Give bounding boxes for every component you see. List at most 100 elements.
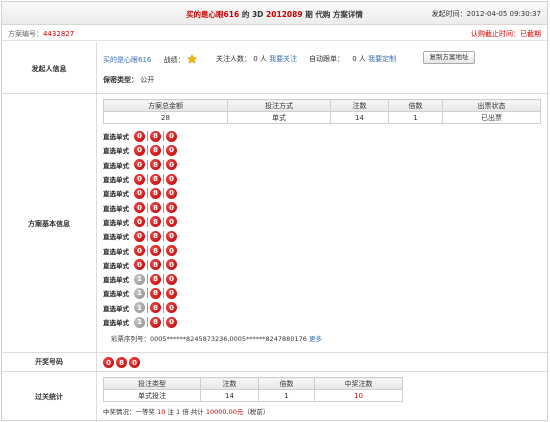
ball-separator: [147, 274, 148, 285]
auto-follow-label: 自动跟单：: [309, 55, 344, 63]
serial-label: 彩票序列号：: [111, 335, 150, 343]
initiator-line: 买的是心眼616 战绩：: [103, 53, 198, 66]
hit-number-ball: 0: [166, 216, 177, 228]
header-win-count: 中奖注数: [314, 377, 403, 390]
hit-number-ball: 0: [166, 173, 177, 185]
hit-number-ball: 8: [150, 187, 161, 199]
ball-separator: [163, 145, 164, 156]
stats-table: 投注类型 注数 倍数 中奖注数 单式投注 14 1 10: [103, 377, 403, 402]
hit-number-ball: 8: [150, 202, 161, 214]
prize-unit: 注 1 倍 共计: [167, 408, 204, 416]
hit-number-ball: 0: [134, 216, 145, 228]
ball-separator: [147, 131, 148, 142]
bet-row: 直选单式 0 8 0: [103, 158, 177, 172]
bet-row: 直选单式 1 8 0: [103, 301, 177, 315]
hit-number-ball: 0: [166, 259, 177, 271]
ball-separator: [163, 288, 164, 299]
bet-type-label: 直选单式: [103, 218, 129, 227]
ball-separator: [147, 188, 148, 199]
initiator-username-link[interactable]: 买的是心眼616: [103, 56, 151, 64]
hit-number-ball: 8: [150, 287, 161, 299]
ball-separator: [147, 216, 148, 227]
divider: [2, 371, 547, 372]
ball-separator: [147, 302, 148, 313]
cell-stats-count: 14: [200, 389, 259, 402]
bet-type-label: 直选单式: [103, 247, 129, 256]
miss-number-ball: 1: [134, 273, 145, 285]
header-stats-count: 注数: [200, 377, 259, 390]
ball-separator: [163, 174, 164, 185]
hit-number-ball: 0: [166, 287, 177, 299]
follow-link[interactable]: 我要关注: [269, 55, 297, 63]
hit-number-ball: 0: [134, 144, 145, 156]
bet-type-label: 直选单式: [103, 133, 129, 142]
bet-type-label: 直选单式: [103, 276, 129, 285]
cell-total-amount: 28: [103, 111, 228, 124]
record-label: 战绩：: [163, 56, 185, 64]
bet-row: 直选单式 0 8 0: [103, 143, 177, 157]
table-row: 单式投注 14 1 10: [103, 389, 403, 402]
cell-ticket-status: 已出票: [442, 111, 541, 124]
plan-number: 方案编号：4432827: [8, 29, 74, 39]
section-winning-label: 开奖号码: [35, 358, 63, 366]
hit-number-ball: 0: [166, 302, 177, 314]
auto-follow-info: 自动跟单： 0 人 我要定制: [309, 54, 396, 64]
ball-separator: [163, 259, 164, 270]
hit-number-ball: 0: [166, 245, 177, 257]
bet-type-label: 直选单式: [103, 233, 129, 242]
hit-number-ball: 0: [166, 202, 177, 214]
header-bet-count: 注数: [330, 99, 389, 112]
publish-value: 2012-04-05 09:30:37: [466, 10, 541, 18]
bet-row: 直选单式 0 8 0: [103, 186, 177, 200]
prize-amount: 10000.00元: [205, 408, 244, 416]
follow-info: 关注人数： 0 人 我要关注: [216, 54, 297, 64]
divider: [2, 93, 547, 94]
miss-number-ball: 1: [134, 316, 145, 328]
sub-bar: 方案编号：4432827 认购截止时间：已截期: [2, 26, 547, 41]
follow-label: 关注人数：: [216, 55, 251, 63]
cell-win-count: 10: [314, 389, 403, 402]
hit-number-ball: 0: [166, 273, 177, 285]
ball-separator: [147, 317, 148, 327]
ball-separator: [147, 202, 148, 213]
bet-type-label: 直选单式: [103, 319, 129, 327]
ball-separator: [147, 245, 148, 256]
table-row: 28 单式 14 1 已出票: [103, 111, 541, 124]
hit-number-ball: 8: [150, 173, 161, 185]
title-username[interactable]: 买的是心眼616: [186, 10, 239, 19]
prize-summary: 中奖情况：一等奖 10 注 1 倍 共计 10000.00元（税前）: [103, 406, 269, 416]
ball-separator: [163, 317, 164, 327]
hit-number-ball: 0: [166, 159, 177, 171]
prize-count: 10: [157, 408, 166, 416]
serial-more-link[interactable]: 更多: [309, 335, 322, 343]
ball-separator: [147, 259, 148, 270]
ball-separator: [147, 145, 148, 156]
header-stats-multiple: 倍数: [258, 377, 315, 390]
publish-time: 发起时间：2012-04-05 09:30:37: [432, 9, 541, 19]
cell-bet-count: 14: [330, 111, 389, 124]
stats-table-header: 投注类型 注数 倍数 中奖注数: [103, 377, 403, 390]
bet-row: 直选单式 0 8 0: [103, 229, 177, 243]
header-bet-method: 投注方式: [227, 99, 331, 112]
hit-number-ball: 0: [166, 230, 177, 242]
bet-type-label: 直选单式: [103, 304, 129, 313]
bet-row: 直选单式 1 8 0: [103, 315, 177, 329]
hit-number-ball: 0: [134, 187, 145, 199]
bet-row: 直选单式 1 8 0: [103, 286, 177, 300]
copy-plan-url-button[interactable]: 复制方案地址: [423, 51, 475, 64]
hit-number-ball: 0: [134, 159, 145, 171]
title-issue: 2012089: [266, 10, 303, 19]
winning-numbers: 080: [103, 357, 140, 368]
bet-row: 直选单式 0 8 0: [103, 215, 177, 229]
star-icon: [186, 53, 198, 66]
ball-separator: [163, 245, 164, 256]
bet-row: 直选单式 0 8 0: [103, 258, 177, 272]
bet-type-label: 直选单式: [103, 161, 129, 170]
ball-separator: [163, 131, 164, 142]
title-lottery: 3D: [251, 10, 264, 19]
ball-separator: [163, 159, 164, 170]
header-total-amount: 方案总金额: [103, 99, 228, 112]
bet-type-label: 直选单式: [103, 147, 129, 156]
ball-separator: [147, 159, 148, 170]
auto-follow-link[interactable]: 我要定制: [368, 55, 396, 63]
